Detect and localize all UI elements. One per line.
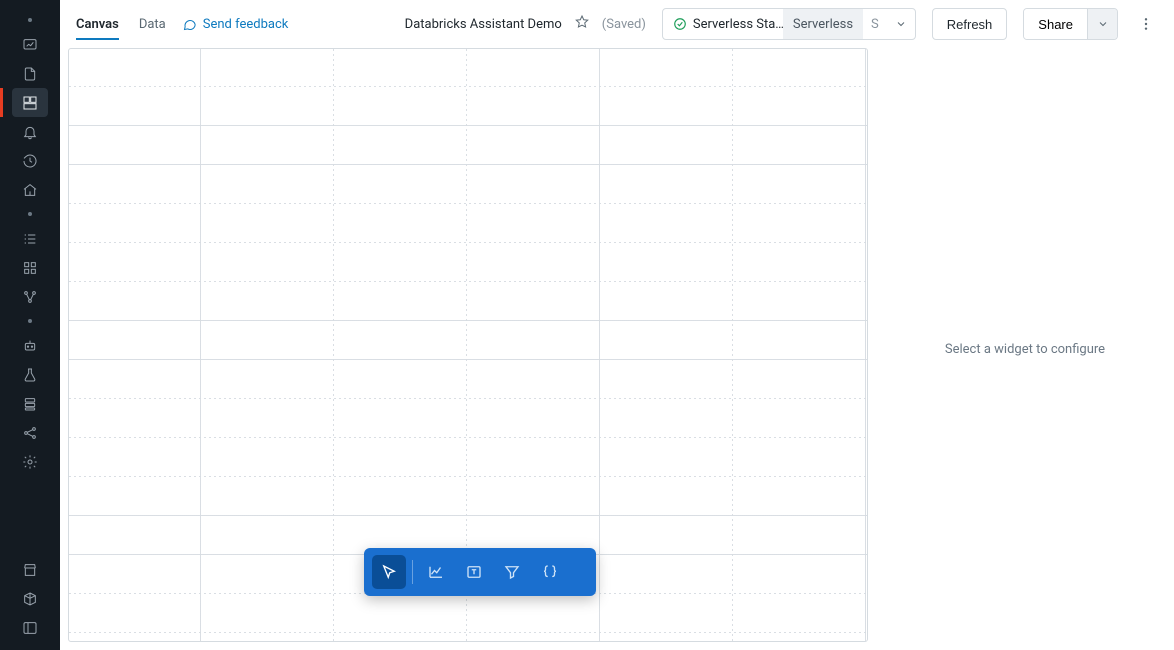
cursor-icon (380, 563, 398, 581)
chevron-down-icon (1097, 18, 1109, 30)
config-panel-placeholder: Select a widget to configure (945, 342, 1105, 357)
share-button[interactable]: Share (1024, 9, 1087, 39)
chat-icon (182, 17, 197, 32)
file-icon (22, 66, 38, 82)
flask-icon (22, 367, 38, 383)
history-icon (22, 153, 38, 169)
braces-icon (541, 563, 559, 581)
add-chart-tool[interactable] (419, 555, 453, 589)
nav-history[interactable] (12, 146, 48, 175)
sidebar-separator-dot (28, 212, 32, 216)
nav-file[interactable] (12, 59, 48, 88)
gear-icon (22, 454, 38, 470)
star-icon (574, 14, 590, 30)
lineage-icon (22, 289, 38, 305)
nav-workflows[interactable] (12, 418, 48, 447)
check-circle-icon (673, 17, 687, 31)
kebab-icon (1138, 16, 1154, 32)
add-filter-tool[interactable] (495, 555, 529, 589)
refresh-button[interactable]: Refresh (932, 8, 1008, 40)
toolbar-separator (412, 560, 413, 584)
nav-catalog[interactable] (12, 389, 48, 418)
send-feedback-label: Send feedback (203, 17, 289, 32)
canvas[interactable] (68, 48, 868, 642)
tab-data[interactable]: Data (139, 0, 166, 48)
nav-robot[interactable] (12, 331, 48, 360)
nav-dashboards[interactable] (12, 88, 48, 117)
compute-status-label: Serverless Sta… (693, 17, 783, 32)
dashboard-grid-icon (22, 95, 38, 111)
dashboard-title[interactable]: Databricks Assistant Demo (405, 17, 562, 32)
compute-dropdown-chevron[interactable] (887, 18, 915, 30)
more-menu-button[interactable] (1134, 8, 1158, 40)
cube-icon (22, 591, 38, 607)
nav-settings[interactable] (12, 447, 48, 476)
grid-icon (22, 260, 38, 276)
pointer-tool[interactable] (372, 555, 406, 589)
compute-selector[interactable]: Serverless Sta… Serverless S (662, 8, 916, 40)
list-check-icon (22, 231, 38, 247)
home-up-icon (22, 182, 38, 198)
nav-dashboard[interactable] (12, 30, 48, 59)
text-box-icon (465, 563, 483, 581)
widget-toolbar (364, 548, 596, 596)
nav-partner[interactable] (12, 584, 48, 613)
config-panel: Select a widget to configure (876, 48, 1174, 650)
send-feedback-link[interactable]: Send feedback (182, 17, 289, 32)
share-dropdown-button[interactable] (1087, 9, 1117, 39)
nav-experiments[interactable] (12, 360, 48, 389)
chevron-down-icon (895, 18, 907, 30)
stack-icon (22, 396, 38, 412)
store-icon (22, 562, 38, 578)
sidebar-separator-dot (28, 18, 32, 22)
nav-warehouse[interactable] (12, 175, 48, 204)
nav-lineage[interactable] (12, 282, 48, 311)
collapse-icon (22, 620, 38, 636)
canvas-wrap (60, 48, 876, 650)
favorite-button[interactable] (574, 14, 590, 34)
sidebar-separator-dot (28, 319, 32, 323)
tab-canvas[interactable]: Canvas (76, 0, 119, 48)
filter-icon (503, 563, 521, 581)
add-text-tool[interactable] (457, 555, 491, 589)
share-nodes-icon (22, 425, 38, 441)
nav-queries[interactable] (12, 253, 48, 282)
nav-marketplace[interactable] (12, 555, 48, 584)
share-button-group: Share (1023, 8, 1118, 40)
dashboard-title-block: Databricks Assistant Demo (Saved) (405, 14, 646, 34)
left-sidebar (0, 0, 60, 650)
compute-env: Serverless (783, 9, 863, 39)
compute-status: Serverless Sta… (663, 17, 783, 32)
line-chart-icon (427, 563, 445, 581)
nav-collapse[interactable] (12, 613, 48, 642)
workspace: Select a widget to configure (60, 48, 1174, 650)
add-parameter-tool[interactable] (533, 555, 567, 589)
nav-sql-editor[interactable] (12, 224, 48, 253)
top-bar: Canvas Data Send feedback Databricks Ass… (60, 0, 1174, 48)
gauge-icon (22, 37, 38, 53)
compute-env-short: S (863, 17, 887, 32)
bell-icon (22, 124, 38, 140)
nav-alerts[interactable] (12, 117, 48, 146)
saved-status: (Saved) (602, 17, 646, 32)
robot-icon (22, 338, 38, 354)
editor-tabs: Canvas Data (76, 0, 166, 48)
